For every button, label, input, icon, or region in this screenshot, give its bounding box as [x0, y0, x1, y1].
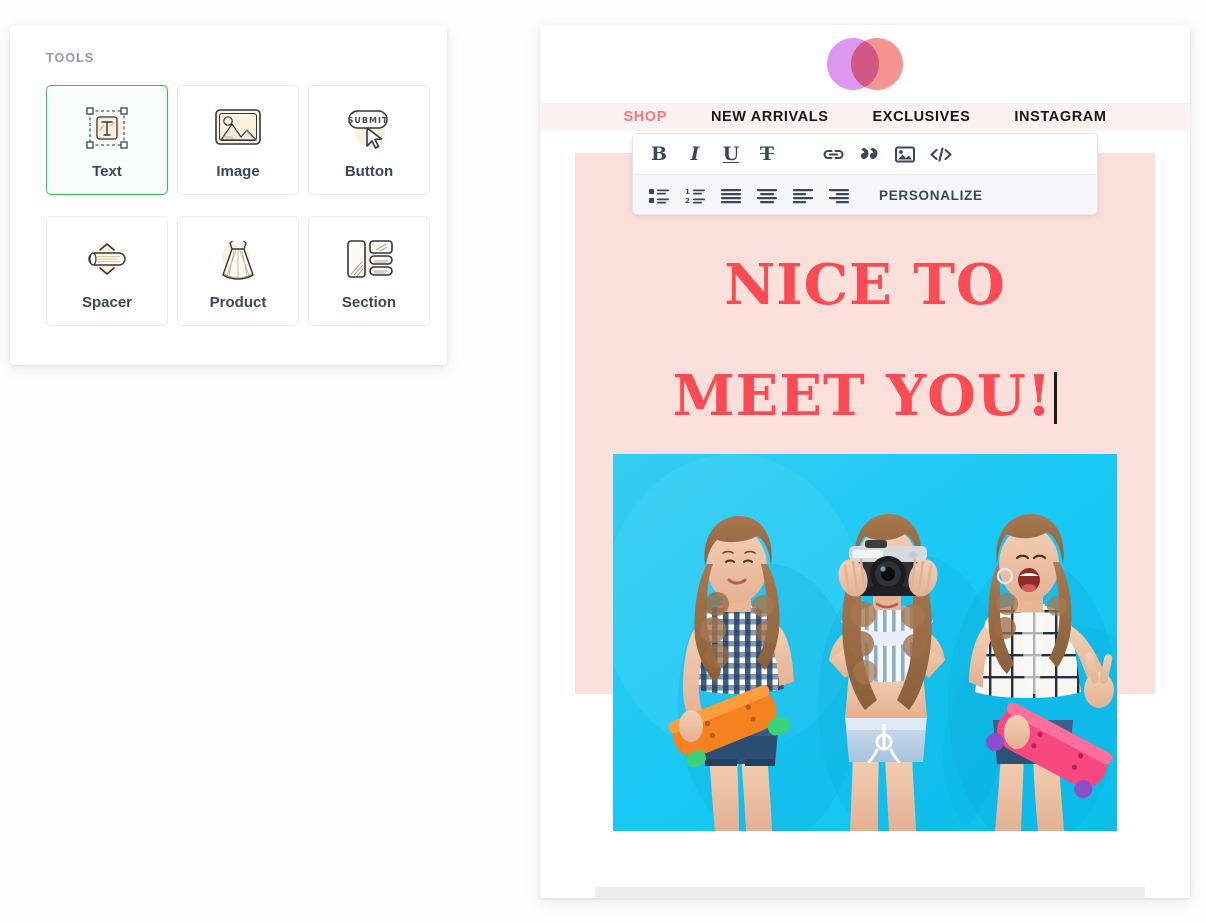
- tool-card-button[interactable]: SUBMIT Button: [308, 85, 430, 195]
- svg-text:SUBMIT: SUBMIT: [348, 116, 389, 125]
- tool-card-section[interactable]: Section: [308, 216, 430, 326]
- bold-icon[interactable]: B: [641, 136, 677, 172]
- tool-label-spacer: Spacer: [82, 294, 132, 311]
- hero-headline-line2: MEET YOU!: [673, 363, 1053, 429]
- svg-text:2: 2: [685, 197, 690, 204]
- text-box-icon: [82, 101, 132, 155]
- submit-button-icon: SUBMIT: [342, 101, 396, 155]
- tools-panel-title: TOOLS: [46, 51, 94, 65]
- email-body: NICE TO MEET YOU!: [540, 131, 1190, 898]
- email-nav-bar: SHOP NEW ARRIVALS EXCLUSIVES INSTAGRAM: [540, 103, 1190, 131]
- link-icon[interactable]: [815, 136, 851, 172]
- bullet-list-icon[interactable]: [641, 178, 677, 214]
- spacer-icon: [82, 232, 132, 286]
- nav-item-exclusives[interactable]: EXCLUSIVES: [851, 109, 993, 125]
- tool-label-product: Product: [210, 294, 267, 311]
- code-icon[interactable]: [923, 136, 959, 172]
- section-layout-icon: [342, 232, 396, 286]
- tool-card-image[interactable]: Image: [177, 85, 299, 195]
- tools-grid: Text Image: [46, 85, 430, 326]
- svg-text:1: 1: [685, 188, 690, 196]
- text-cursor: [1054, 372, 1057, 424]
- hero-photo-illustration: [613, 454, 1117, 831]
- tool-label-image: Image: [216, 163, 259, 180]
- tool-card-text[interactable]: Text: [46, 85, 168, 195]
- quote-icon[interactable]: [851, 136, 887, 172]
- tool-label-button: Button: [345, 163, 393, 180]
- image-icon: [212, 101, 264, 155]
- rich-text-editor-toolbar: B I U T: [632, 133, 1098, 215]
- hero-headline[interactable]: NICE TO MEET YOU!: [575, 203, 1155, 425]
- placeholder-bar-1: [595, 887, 1145, 898]
- align-left-icon[interactable]: [785, 178, 821, 214]
- toolbar-row-lists-align: 1 2: [633, 175, 1097, 215]
- underline-icon[interactable]: U: [713, 136, 749, 172]
- hero-headline-line1: NICE TO: [724, 252, 1006, 318]
- app-root: TOOLS Text: [0, 0, 1206, 923]
- tool-label-text: Text: [92, 163, 122, 180]
- nav-item-new-arrivals[interactable]: NEW ARRIVALS: [689, 109, 851, 125]
- strikethrough-icon[interactable]: T: [749, 136, 785, 172]
- tool-card-product[interactable]: Product: [177, 216, 299, 326]
- dress-icon: [214, 232, 262, 286]
- email-logo-area: [540, 25, 1190, 103]
- italic-icon[interactable]: I: [677, 136, 713, 172]
- align-justify-icon[interactable]: [713, 178, 749, 214]
- image-icon[interactable]: [887, 136, 923, 172]
- tool-card-spacer[interactable]: Spacer: [46, 216, 168, 326]
- personalize-button[interactable]: PERSONALIZE: [879, 188, 983, 203]
- toolbar-row-formatting: B I U T: [633, 134, 1097, 175]
- hero-photo[interactable]: [613, 454, 1117, 831]
- nav-item-instagram[interactable]: INSTAGRAM: [992, 109, 1128, 125]
- logo-circle-right: [851, 38, 903, 90]
- align-right-icon[interactable]: [821, 178, 857, 214]
- nav-item-shop[interactable]: SHOP: [601, 109, 689, 125]
- tools-panel: TOOLS Text: [10, 25, 447, 365]
- align-center-icon[interactable]: [749, 178, 785, 214]
- numbered-list-icon[interactable]: 1 2: [677, 178, 713, 214]
- brand-logo-icon: [827, 38, 903, 90]
- tool-label-section: Section: [342, 294, 396, 311]
